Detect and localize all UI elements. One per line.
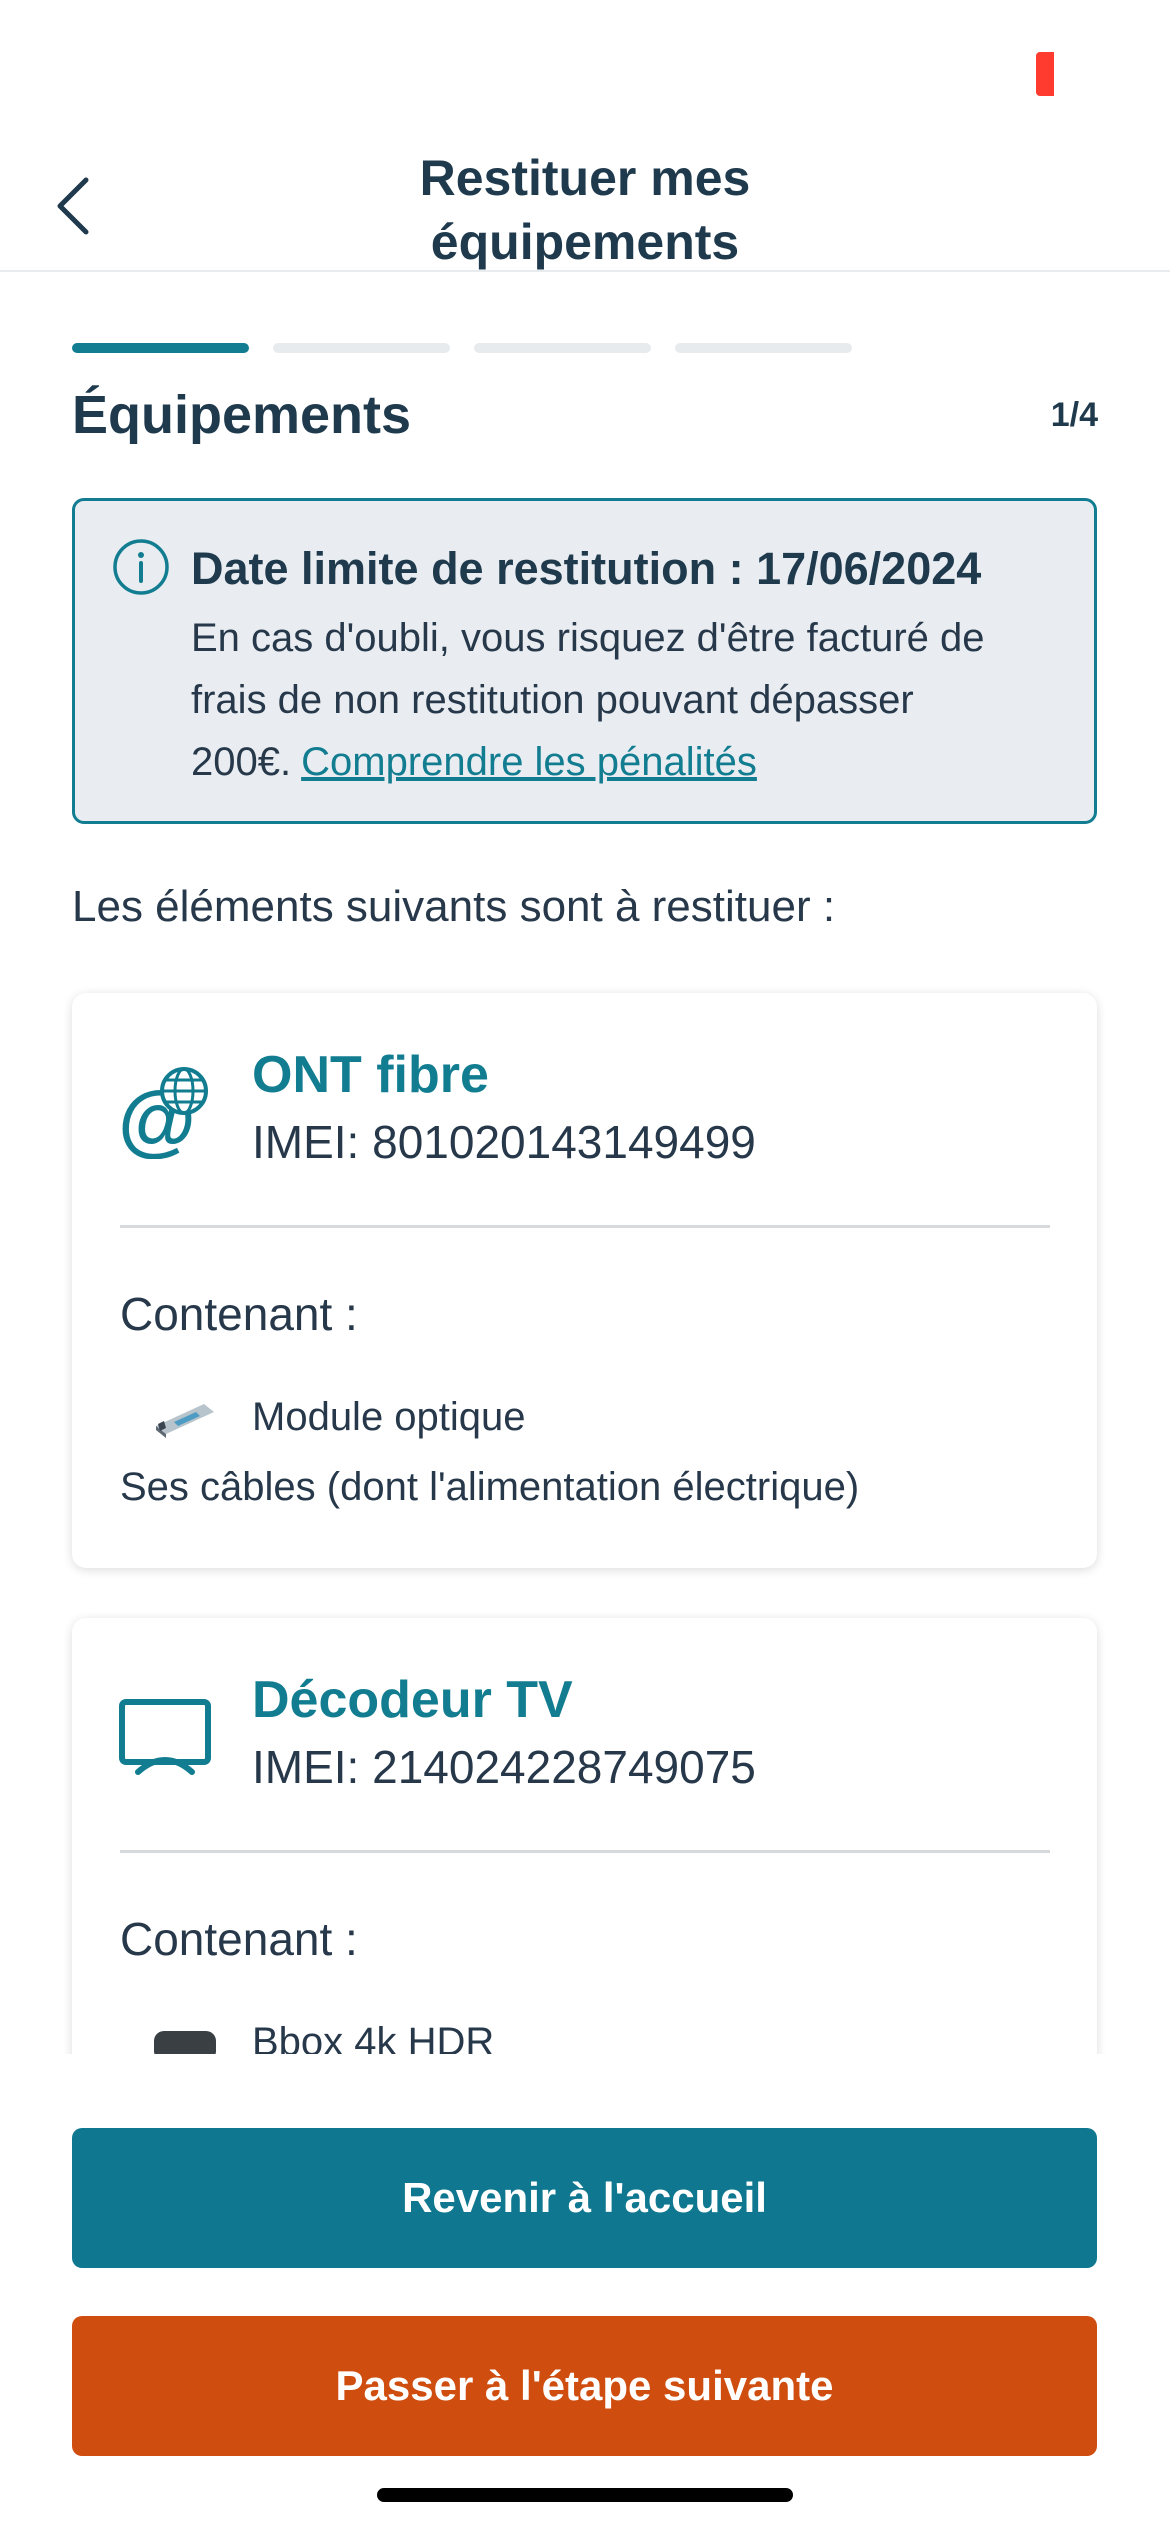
at-globe-icon: @	[118, 1067, 208, 1159]
contains-label: Contenant :	[120, 1913, 358, 1965]
header: Restituer mes équipements	[0, 140, 1170, 272]
contains-label: Contenant :	[120, 1288, 358, 1340]
progress-step-2	[273, 343, 450, 353]
contained-item: Bbox 4k HDR	[152, 2020, 494, 2054]
page-title: Restituer mes équipements	[419, 150, 751, 270]
penalties-link[interactable]: Comprendre les pénalités	[301, 740, 757, 784]
progress-step-4	[675, 343, 852, 353]
battery-icon	[1036, 52, 1054, 96]
scroll-area[interactable]: Décodeur TV IMEI: 214024228749075 Conten…	[0, 1600, 1170, 2054]
step-progress	[72, 343, 852, 353]
equipment-card-ont: @ ONT fibre IMEI: 801020143149499 Conten…	[72, 993, 1097, 1568]
bbox-thumb	[154, 2030, 216, 2054]
info-banner: Date limite de restitution : 17/06/2024 …	[72, 498, 1097, 824]
chevron-left-icon	[57, 177, 89, 235]
info-text: En cas d'oubli, vous risquez d'être fact…	[191, 607, 1071, 793]
info-icon	[113, 539, 169, 595]
equipment-imei: IMEI: 214024228749075	[252, 1741, 756, 1793]
info-title: Date limite de restitution : 17/06/2024	[191, 543, 982, 594]
progress-step-1	[72, 343, 249, 353]
intro-text: Les éléments suivants sont à restituer :	[72, 882, 836, 931]
card-note: Ses câbles (dont l'alimentation électriq…	[120, 1465, 860, 1509]
next-step-button[interactable]: Passer à l'étape suivante	[72, 2316, 1097, 2456]
equipment-name: Décodeur TV	[252, 1671, 573, 1729]
tv-decoder-icon	[119, 1699, 211, 1775]
section-title: Équipements	[72, 385, 412, 445]
step-counter: 1/4	[1050, 396, 1098, 434]
progress-step-3	[474, 343, 651, 353]
back-to-home-button[interactable]: Revenir à l'accueil	[72, 2128, 1097, 2268]
item-label: Module optique	[252, 1395, 526, 1439]
optical-module-thumb	[156, 1403, 214, 1438]
back-button[interactable]	[48, 170, 108, 242]
status-bar	[0, 0, 1170, 140]
card-divider	[120, 1850, 1050, 1853]
card-divider	[120, 1225, 1050, 1228]
item-label: Bbox 4k HDR	[252, 2020, 495, 2054]
equipment-card-decoder: Décodeur TV IMEI: 214024228749075 Conten…	[72, 1618, 1097, 2054]
home-indicator[interactable]	[377, 2488, 793, 2502]
equipment-imei: IMEI: 801020143149499	[252, 1116, 756, 1168]
equipment-name: ONT fibre	[252, 1046, 489, 1104]
footer-actions: Revenir à l'accueil Passer à l'étape sui…	[0, 2054, 1170, 2532]
screen: Restituer mes équipements Équipements 1/…	[0, 0, 1170, 2532]
contained-item: Module optique	[152, 1395, 526, 1440]
